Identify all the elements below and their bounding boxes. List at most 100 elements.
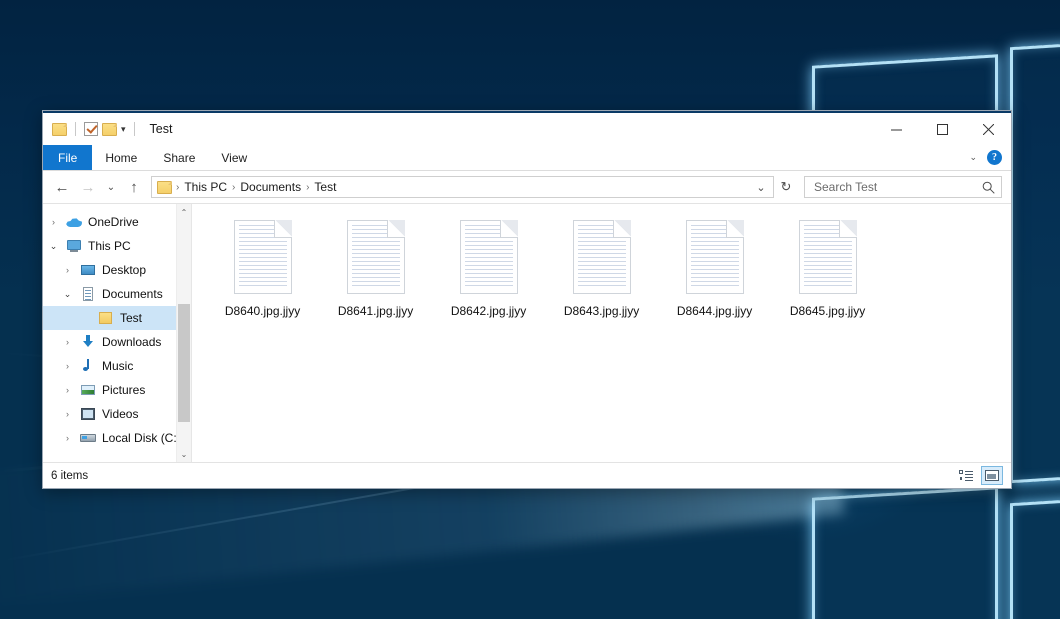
navigation-pane-scrollbar[interactable]: ⌃ ⌄	[176, 204, 191, 462]
sidebar-item-label: Local Disk (C:)	[102, 431, 181, 445]
tab-view[interactable]: View	[208, 145, 260, 170]
recent-locations-button[interactable]: ⌄	[101, 174, 121, 200]
properties-checkbox-icon[interactable]	[84, 122, 98, 136]
close-icon	[983, 124, 994, 135]
expand-ribbon-chevron-down-icon[interactable]: ⌄	[969, 152, 977, 163]
breadcrumb-documents[interactable]: Documents	[236, 180, 305, 194]
file-name-label: D8640.jpg.jjyy	[225, 304, 300, 318]
sidebar-item-label: This PC	[88, 239, 131, 253]
folder-icon[interactable]	[52, 123, 67, 136]
search-box[interactable]	[804, 176, 1002, 198]
downloads-icon	[80, 335, 96, 349]
status-bar: 6 items	[43, 462, 1011, 488]
sidebar-item-test[interactable]: Test	[43, 306, 191, 330]
window-body: › OneDrive ⌄ This PC › Desktop ⌄	[43, 204, 1011, 462]
search-input[interactable]	[812, 179, 982, 195]
address-history-chevron-down-icon[interactable]: ⌄	[751, 177, 771, 197]
sidebar-item-videos[interactable]: › Videos	[43, 402, 191, 426]
scroll-down-arrow-icon[interactable]: ⌄	[177, 446, 191, 462]
chevron-right-icon[interactable]: ›	[61, 433, 74, 443]
document-fold-corner	[613, 220, 631, 238]
minimize-icon	[891, 124, 902, 135]
onedrive-icon	[66, 215, 82, 229]
disk-icon	[80, 431, 96, 445]
title-bar: ▾ Test	[43, 113, 1011, 145]
generic-document-icon	[686, 220, 744, 294]
file-list-pane[interactable]: D8640.jpg.jjyy D8641.jpg.jjyy	[192, 204, 1011, 462]
document-fold-corner	[387, 220, 405, 238]
qat-separator-1	[75, 122, 76, 136]
sidebar-item-label: Music	[102, 359, 133, 373]
details-view-button[interactable]	[955, 466, 977, 485]
minimize-button[interactable]	[873, 113, 919, 145]
sidebar-item-documents[interactable]: ⌄ Documents	[43, 282, 191, 306]
back-button[interactable]: ←	[49, 174, 75, 200]
refresh-button[interactable]: ↻	[774, 174, 798, 200]
scrollbar-thumb[interactable]	[178, 304, 190, 422]
file-explorer-window: ▾ Test File Home Share View	[42, 110, 1012, 489]
search-icon[interactable]	[982, 181, 995, 194]
generic-document-icon	[460, 220, 518, 294]
music-icon	[80, 359, 96, 373]
file-name-label: D8645.jpg.jjyy	[790, 304, 865, 318]
chevron-down-icon[interactable]: ⌄	[47, 241, 60, 252]
documents-icon	[80, 287, 96, 301]
sidebar-item-pictures[interactable]: › Pictures	[43, 378, 191, 402]
new-folder-icon[interactable]	[102, 123, 117, 136]
maximize-button[interactable]	[919, 113, 965, 145]
chevron-right-icon[interactable]: ›	[61, 385, 74, 395]
sidebar-item-label: Desktop	[102, 263, 146, 277]
sidebar-item-local-disk-c[interactable]: › Local Disk (C:)	[43, 426, 191, 450]
help-icon[interactable]: ?	[987, 150, 1002, 165]
window-controls	[873, 113, 1011, 145]
sidebar-item-this-pc[interactable]: ⌄ This PC	[43, 234, 191, 258]
document-fold-corner	[726, 220, 744, 238]
navigation-pane: › OneDrive ⌄ This PC › Desktop ⌄	[43, 204, 192, 462]
sidebar-item-onedrive[interactable]: › OneDrive	[43, 210, 191, 234]
tab-share[interactable]: Share	[150, 145, 208, 170]
document-fold-corner	[500, 220, 518, 238]
breadcrumb-test[interactable]: Test	[310, 180, 340, 194]
generic-document-icon	[347, 220, 405, 294]
address-box[interactable]: › This PC › Documents › Test ⌄	[151, 176, 774, 198]
sidebar-item-downloads[interactable]: › Downloads	[43, 330, 191, 354]
file-item[interactable]: D8645.jpg.jjyy	[771, 218, 884, 344]
tab-file[interactable]: File	[43, 145, 92, 170]
file-item[interactable]: D8643.jpg.jjyy	[545, 218, 658, 344]
up-button[interactable]: ↑	[121, 174, 147, 200]
chevron-right-icon[interactable]: ›	[47, 217, 60, 227]
pictures-icon	[80, 383, 96, 397]
forward-button[interactable]: →	[75, 174, 101, 200]
ribbon-right-controls: ⌄ ?	[969, 145, 1011, 170]
file-item[interactable]: D8644.jpg.jjyy	[658, 218, 771, 344]
window-title: Test	[150, 122, 173, 136]
windows-logo-pane-bottom-right	[1010, 489, 1060, 619]
large-icons-view-button[interactable]	[981, 466, 1003, 485]
sidebar-item-music[interactable]: › Music	[43, 354, 191, 378]
file-name-label: D8641.jpg.jjyy	[338, 304, 413, 318]
desktop: ▾ Test File Home Share View	[0, 0, 1060, 619]
document-fold-corner	[274, 220, 292, 238]
scrollbar-track[interactable]	[177, 220, 191, 446]
videos-icon	[80, 407, 96, 421]
chevron-right-icon[interactable]: ›	[61, 409, 74, 419]
qat-separator-2	[134, 122, 135, 136]
file-item[interactable]: D8642.jpg.jjyy	[432, 218, 545, 344]
breadcrumb-this-pc[interactable]: This PC	[180, 180, 231, 194]
windows-logo-pane-top-right	[1010, 33, 1060, 483]
details-view-icon	[959, 470, 973, 481]
file-item[interactable]: D8641.jpg.jjyy	[319, 218, 432, 344]
tab-home[interactable]: Home	[92, 145, 150, 170]
sidebar-item-desktop[interactable]: › Desktop	[43, 258, 191, 282]
chevron-down-icon[interactable]: ⌄	[61, 289, 74, 300]
file-name-label: D8644.jpg.jjyy	[677, 304, 752, 318]
chevron-down-icon[interactable]: ▾	[121, 125, 126, 134]
generic-document-icon	[573, 220, 631, 294]
chevron-right-icon[interactable]: ›	[61, 265, 74, 275]
chevron-right-icon[interactable]: ›	[61, 337, 74, 347]
document-fold-corner	[839, 220, 857, 238]
close-button[interactable]	[965, 113, 1011, 145]
chevron-right-icon[interactable]: ›	[61, 361, 74, 371]
scroll-up-arrow-icon[interactable]: ⌃	[177, 204, 191, 220]
file-item[interactable]: D8640.jpg.jjyy	[206, 218, 319, 344]
